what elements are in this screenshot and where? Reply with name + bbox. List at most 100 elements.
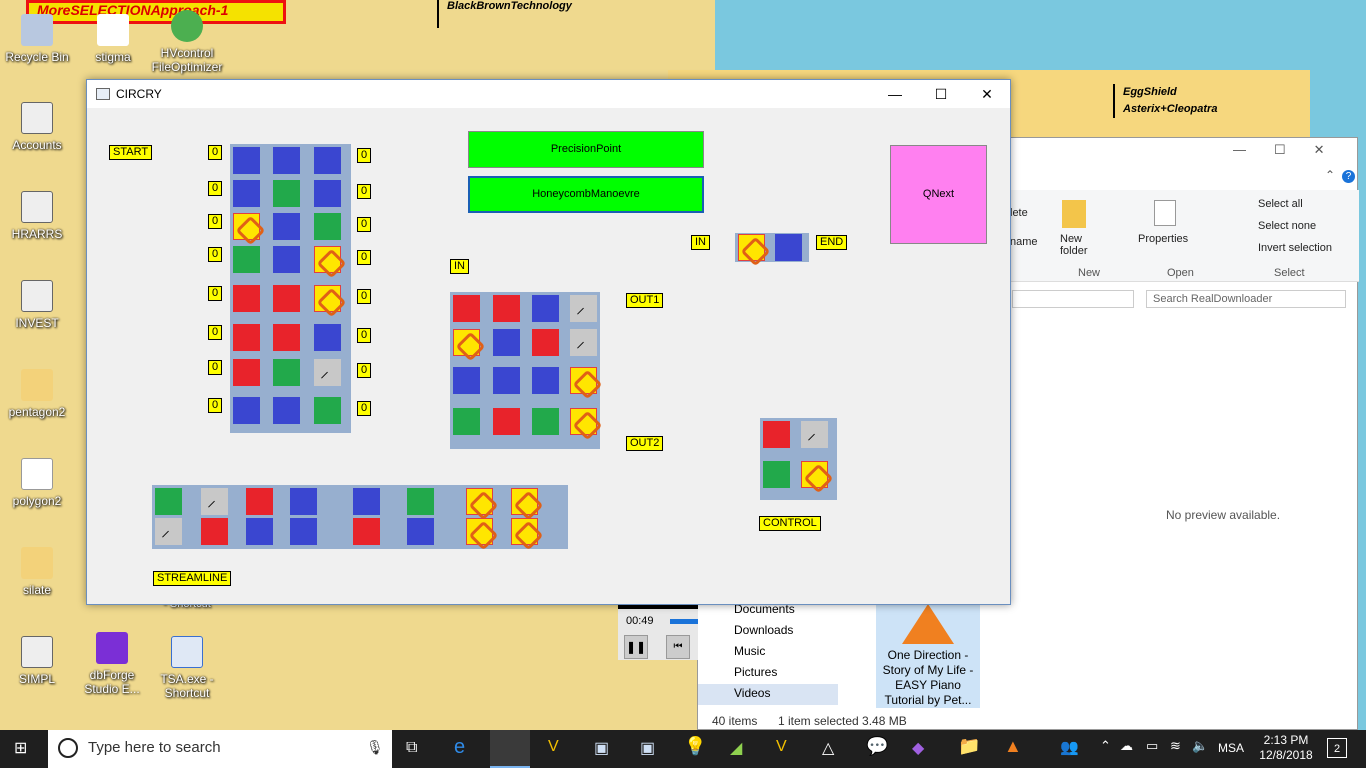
taskbar-app-icon[interactable]: V [548,738,559,756]
minimize-icon[interactable]: — [872,80,918,108]
minimize-icon[interactable]: — [1233,142,1246,158]
taskbar-search-box[interactable]: Type here to search 🎙 [48,730,392,768]
file-item-selected[interactable]: One Direction - Story of My Life - EASY … [876,600,980,708]
microphone-icon[interactable]: 🎙 [366,739,384,756]
notification-icon[interactable]: 2 [1327,738,1347,758]
grid-cell[interactable] [763,461,790,488]
grid-cell[interactable] [314,397,341,424]
grid-cell[interactable] [353,488,380,515]
chevron-up-icon[interactable]: ⌃ [1100,738,1111,754]
desktop-icon-simpl[interactable]: SIMPL [2,636,72,686]
grid-cell[interactable] [273,324,300,351]
clock[interactable]: 2:13 PM 12/8/2018 [1256,733,1316,763]
grid-cell[interactable] [273,246,300,273]
precision-point-button[interactable]: PrecisionPoint [468,131,704,168]
grid-cell[interactable] [233,246,260,273]
taskbar-app-active[interactable] [490,730,530,768]
taskbar-app-icon[interactable]: V [776,738,787,756]
grid-cell[interactable] [246,518,273,545]
visual-studio-icon[interactable]: ◆ [912,738,924,758]
nav-item-music[interactable]: Music [698,642,856,663]
grid-cell[interactable] [314,147,341,174]
new-folder-button[interactable]: New folder [1060,233,1100,257]
triangle-app-icon[interactable]: △ [822,738,834,758]
grid-cell[interactable] [453,367,480,394]
pause-icon[interactable]: ❚❚ [624,635,648,659]
grid-cell[interactable] [273,213,300,240]
grid-cell[interactable] [763,421,790,448]
windows-start-icon[interactable]: ⊞ [14,740,32,758]
hexagon-icon[interactable] [314,246,341,273]
grid-cell[interactable] [493,408,520,435]
battery-icon[interactable]: ▭ [1146,738,1158,754]
grid-cell[interactable] [273,359,300,386]
qnext-button[interactable]: QNext [890,145,987,244]
grid-cell[interactable] [532,295,559,322]
desktop-icon-dbforge[interactable]: dbForge Studio E... [77,632,147,696]
media-seekbar[interactable] [670,619,698,624]
file-explorer-icon[interactable]: 📁 [958,736,980,757]
ribbon-collapse-icon[interactable]: ⌃ [1325,168,1335,182]
grid-cell[interactable] [314,324,341,351]
grid-cell[interactable] [233,359,260,386]
grid-cell[interactable] [453,408,480,435]
grid-cell[interactable] [407,518,434,545]
grid-cell[interactable] [290,518,317,545]
delete-button[interactable]: lete [1010,207,1028,219]
cloud-icon[interactable]: ☁ [1120,738,1133,754]
pickaxe-icon[interactable] [801,421,828,448]
rename-button[interactable]: name [1010,236,1038,248]
close-icon[interactable]: ✕ [964,80,1010,108]
help-icon[interactable]: ? [1342,170,1355,183]
desktop-icon-silate[interactable]: silate [2,547,72,597]
grid-cell[interactable] [532,329,559,356]
grid-cell[interactable] [233,147,260,174]
desktop-icon-invest[interactable]: INVEST [2,280,72,330]
grid-cell[interactable] [201,518,228,545]
invert-selection-button[interactable]: Invert selection [1258,242,1332,254]
chat-app-icon[interactable]: 💬 [866,736,888,757]
honeycomb-manoevre-button[interactable]: HoneycombManoevre [468,176,704,213]
hexagon-icon[interactable] [801,461,828,488]
hexagon-icon[interactable] [511,518,538,545]
grid-cell[interactable] [407,488,434,515]
select-none-button[interactable]: Select none [1258,220,1316,232]
taskbar-app-icon[interactable]: ▣ [640,738,655,758]
pickaxe-icon[interactable] [570,295,597,322]
previous-icon[interactable]: ⏮ [666,635,690,659]
pickaxe-icon[interactable] [570,329,597,356]
hexagon-icon[interactable] [738,234,765,261]
nav-item-videos[interactable]: Videos [698,684,838,705]
volume-icon[interactable]: 🔈 [1192,738,1208,754]
grid-cell[interactable] [233,285,260,312]
grid-cell[interactable] [273,147,300,174]
wifi-icon[interactable]: ≋ [1170,738,1181,754]
grid-cell[interactable] [233,324,260,351]
pickaxe-icon[interactable] [155,518,182,545]
close-icon[interactable]: ✕ [1314,142,1325,158]
hexagon-icon[interactable] [453,329,480,356]
nav-item-downloads[interactable]: Downloads [698,621,856,642]
hexagon-icon[interactable] [511,488,538,515]
grid-cell[interactable] [493,367,520,394]
grid-cell[interactable] [353,518,380,545]
desktop-icon-accounts[interactable]: Accounts [2,102,72,152]
people-icon[interactable]: 👥 [1060,738,1079,756]
grid-cell[interactable] [493,295,520,322]
desktop-icon-hvcontrol[interactable]: HVcontrol FileOptimizer [150,10,224,74]
task-view-icon[interactable]: ⧉ [406,739,417,757]
maximize-icon[interactable]: ☐ [1274,142,1286,158]
vlc-icon[interactable]: ▲ [1004,736,1022,757]
desktop-icon-recycle-bin[interactable]: Recycle Bin [2,14,72,64]
grid-cell[interactable] [314,180,341,207]
grid-cell[interactable] [246,488,273,515]
grid-cell[interactable] [155,488,182,515]
taskbar-app-icon[interactable]: ◢ [730,738,742,758]
hexagon-icon[interactable] [314,285,341,312]
edge-browser-icon[interactable]: e [454,736,465,759]
hexagon-icon[interactable] [233,213,260,240]
select-all-button[interactable]: Select all [1258,198,1303,210]
properties-button[interactable]: Properties [1138,233,1188,245]
desktop-icon-pentagon2[interactable]: pentagon2 [2,369,72,419]
nav-item-pictures[interactable]: Pictures [698,663,856,684]
